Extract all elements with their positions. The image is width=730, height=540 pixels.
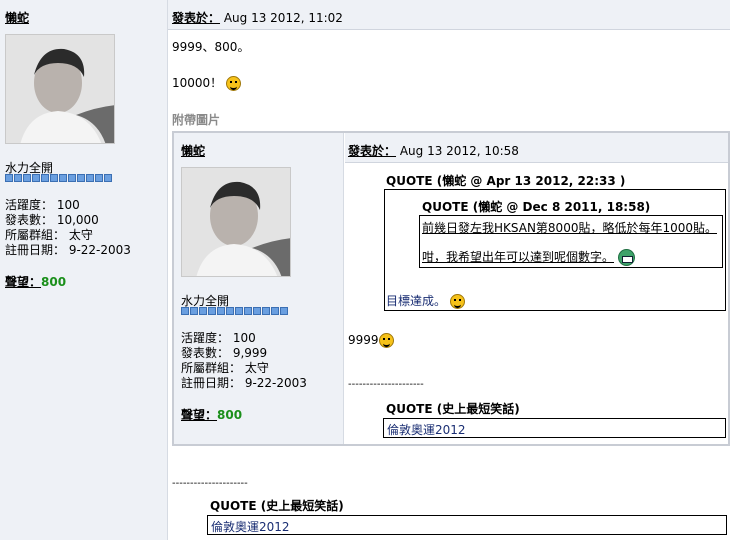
outer-body-line1: 9999、800。 <box>172 40 250 54</box>
outer-post-date-row: 發表於： Aug 13 2012, 11:02 <box>172 9 343 26</box>
outer-body-line2: 10000！ <box>172 76 223 90</box>
embedded-reputation-label: 聲望： <box>181 408 218 422</box>
outer-stat-posts: 發表數： 10,000 <box>5 213 99 227</box>
posted-time: Aug 13 2012, 11:02 <box>223 11 343 25</box>
embedded-author-name: 懶蛇 <box>181 144 206 158</box>
outer-stat-activity: 活躍度： 100 <box>5 198 80 212</box>
sidebar-divider <box>167 0 168 540</box>
outer-rank-bar <box>5 174 112 182</box>
embedded-post-date-row: 發表於： Aug 13 2012, 10:58 <box>348 142 519 159</box>
embedded-rank-bar <box>181 307 288 315</box>
outer-stat-registered: 註冊日期： 9-22-2003 <box>5 243 131 257</box>
outer-body-line2-row: 10000！ <box>172 74 242 91</box>
embedded-stat-registered: 註冊日期： 9-22-2003 <box>181 376 307 390</box>
outer-signature-quote-label: QUOTE (史上最短笑話) <box>210 499 344 513</box>
embedded-stat-group: 所屬群組： 太守 <box>181 361 269 375</box>
embedded-quote-inner-line2: 咁，我希望出年可以達到呢個數字。 <box>422 250 615 264</box>
avatar-portrait-icon <box>6 35 114 143</box>
posted-label: 發表於： <box>172 11 221 25</box>
embedded-quote-reply-row: 目標達成。 <box>386 292 465 309</box>
embedded-avatar <box>181 167 291 277</box>
embedded-signature-quote-text: 倫敦奧運2012 <box>387 423 466 437</box>
embedded-body-row: 9999 <box>348 333 394 348</box>
embedded-reputation: 聲望：800 <box>181 406 242 423</box>
embedded-posted-label: 發表於： <box>348 144 397 158</box>
outer-stat-group: 所屬群組： 太守 <box>5 228 93 242</box>
reputation-label[interactable]: 聲望： <box>5 275 41 289</box>
embedded-signature-rule: --------------------- <box>348 379 424 390</box>
avatar-portrait-icon <box>182 168 290 276</box>
embedded-quote-outer-label: QUOTE (懶蛇 @ Apr 13 2012, 22:33 ) <box>386 174 626 188</box>
embedded-quote-reply: 目標達成。 <box>386 294 447 308</box>
reputation-value: 800 <box>41 275 67 289</box>
embedded-stat-posts: 發表數： 9,999 <box>181 346 268 360</box>
embedded-body: 9999 <box>348 333 379 347</box>
attachment-label: 附帶圖片 <box>172 113 221 127</box>
devil-smiley-icon <box>449 294 465 309</box>
embedded-quote-inner-line1: 前幾日發左我HKSAN第8000貼，略低於每年1000貼。 <box>422 221 717 235</box>
outer-avatar[interactable] <box>5 34 115 144</box>
devil-smiley-icon <box>226 76 242 91</box>
embedded-stat-activity: 活躍度： 100 <box>181 331 256 345</box>
embedded-quote-inner-line2-row: 咁，我希望出年可以達到呢個數字。 <box>422 248 635 266</box>
embedded-signature-quote-label: QUOTE (史上最短笑話) <box>386 402 520 416</box>
grin-smiley-icon <box>617 249 635 266</box>
embedded-reputation-value: 800 <box>217 408 243 422</box>
outer-author-name[interactable]: 懶蛇 <box>5 9 29 26</box>
outer-signature-quote-text: 倫敦奧運2012 <box>211 520 290 534</box>
outer-reputation: 聲望：800 <box>5 273 66 290</box>
outer-signature-rule: --------------------- <box>172 478 248 489</box>
embedded-quote-inner-label: QUOTE (懶蛇 @ Dec 8 2011, 18:58) <box>422 200 651 214</box>
embedded-posted-time: Aug 13 2012, 10:58 <box>399 144 519 158</box>
devil-smiley-icon <box>378 333 394 348</box>
